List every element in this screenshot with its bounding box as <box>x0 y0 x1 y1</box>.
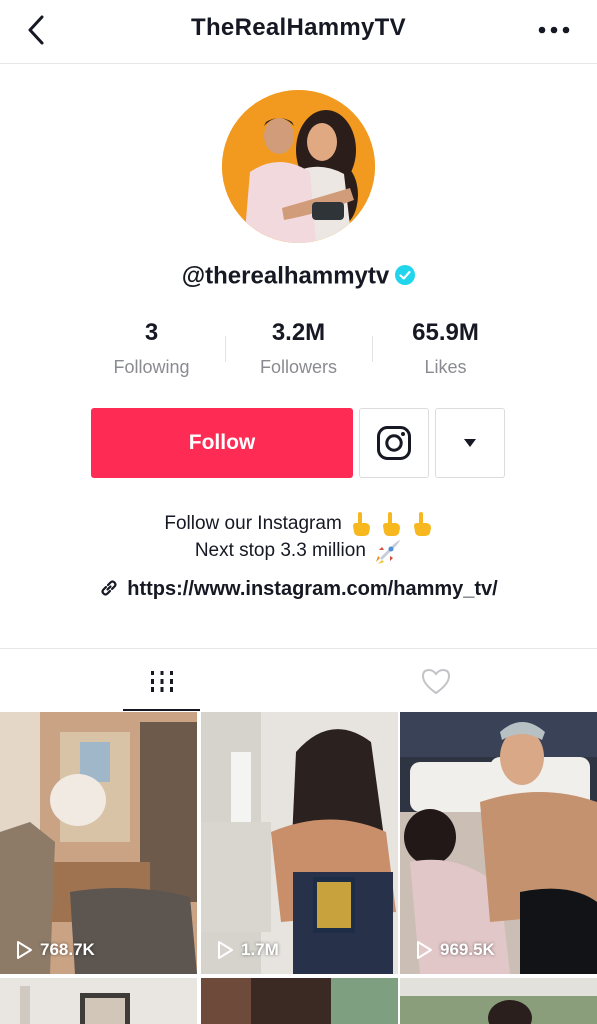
link-icon <box>101 580 117 596</box>
avatar[interactable] <box>222 90 375 243</box>
profile-handle: @therealhammytv <box>181 262 390 290</box>
ellipsis-icon <box>538 26 570 34</box>
rocket-icon <box>376 539 401 564</box>
video-views-count: 969.5K <box>440 940 495 959</box>
video-thumbnail-image <box>400 978 597 1024</box>
video-thumbnail-image <box>201 978 398 1024</box>
stat-value: 3.2M <box>271 319 326 346</box>
stat-label: Followers <box>259 357 338 377</box>
verified-badge-icon <box>395 265 416 286</box>
heart-icon <box>421 668 450 695</box>
profile-handle-row: @therealhammytv <box>0 262 597 291</box>
caret-down-icon <box>464 439 476 447</box>
instagram-icon <box>377 426 411 460</box>
video-thumbnail-image <box>201 712 398 974</box>
video-thumbnail-image <box>0 712 197 974</box>
video-thumbnail[interactable]: 969.5K <box>400 712 597 974</box>
tab-liked[interactable] <box>397 649 474 713</box>
video-views-count: 1.7M <box>241 940 279 959</box>
stat-value: 65.9M <box>412 319 479 346</box>
top-bar: TheRealHammyTV <box>0 0 597 64</box>
bio-line-1: Follow our Instagram <box>0 510 597 537</box>
pointing-up-icon <box>383 511 401 536</box>
play-icon <box>218 941 233 959</box>
stat-following[interactable]: 3 Following <box>78 318 225 378</box>
bio-text-1: Follow our Instagram <box>164 513 342 534</box>
pointing-up-icon <box>353 511 371 536</box>
bio-text-2: Next stop 3.3 million <box>194 540 366 561</box>
profile-stats: 3 Following 3.2M Followers 65.9M Likes <box>78 318 519 388</box>
more-options-button[interactable] <box>535 16 573 44</box>
bio-link[interactable]: https://www.instagram.com/hammy_tv/ <box>0 578 597 601</box>
stat-label: Following <box>113 357 190 377</box>
stat-followers[interactable]: 3.2M Followers <box>225 318 372 378</box>
stat-value: 3 <box>144 319 159 346</box>
follow-button[interactable]: Follow <box>91 408 353 478</box>
video-thumbnail[interactable]: 1.7M <box>201 712 398 974</box>
video-grid: 768.7K 1.7M 969.5K <box>0 712 597 1024</box>
stat-likes[interactable]: 65.9M Likes <box>372 318 519 378</box>
bio-link-text: https://www.instagram.com/hammy_tv/ <box>127 578 498 600</box>
video-thumbnail[interactable] <box>201 978 398 1024</box>
avatar-image <box>222 90 375 243</box>
video-views: 1.7M <box>215 940 279 960</box>
active-tab-indicator <box>123 709 200 711</box>
suggested-accounts-button[interactable] <box>435 408 505 478</box>
tab-videos[interactable] <box>123 649 200 713</box>
grid-icon <box>150 671 173 692</box>
video-views: 969.5K <box>414 940 495 960</box>
play-icon <box>17 941 32 959</box>
profile-tabs <box>0 648 597 712</box>
bio-line-2: Next stop 3.3 million <box>0 537 597 564</box>
stat-label: Likes <box>424 357 467 377</box>
page-title: TheRealHammyTV <box>191 14 406 41</box>
video-views-count: 768.7K <box>40 940 95 959</box>
video-thumbnail-image <box>0 978 197 1024</box>
video-thumbnail-image <box>400 712 597 974</box>
video-thumbnail[interactable]: 768.7K <box>0 712 197 974</box>
play-icon <box>417 941 432 959</box>
profile-bio: Follow our Instagram Next stop 3.3 milli… <box>0 510 597 564</box>
instagram-button[interactable] <box>359 408 429 478</box>
video-views: 768.7K <box>14 940 95 960</box>
video-thumbnail[interactable] <box>0 978 197 1024</box>
video-thumbnail[interactable] <box>400 978 597 1024</box>
pointing-up-icon <box>413 511 431 536</box>
